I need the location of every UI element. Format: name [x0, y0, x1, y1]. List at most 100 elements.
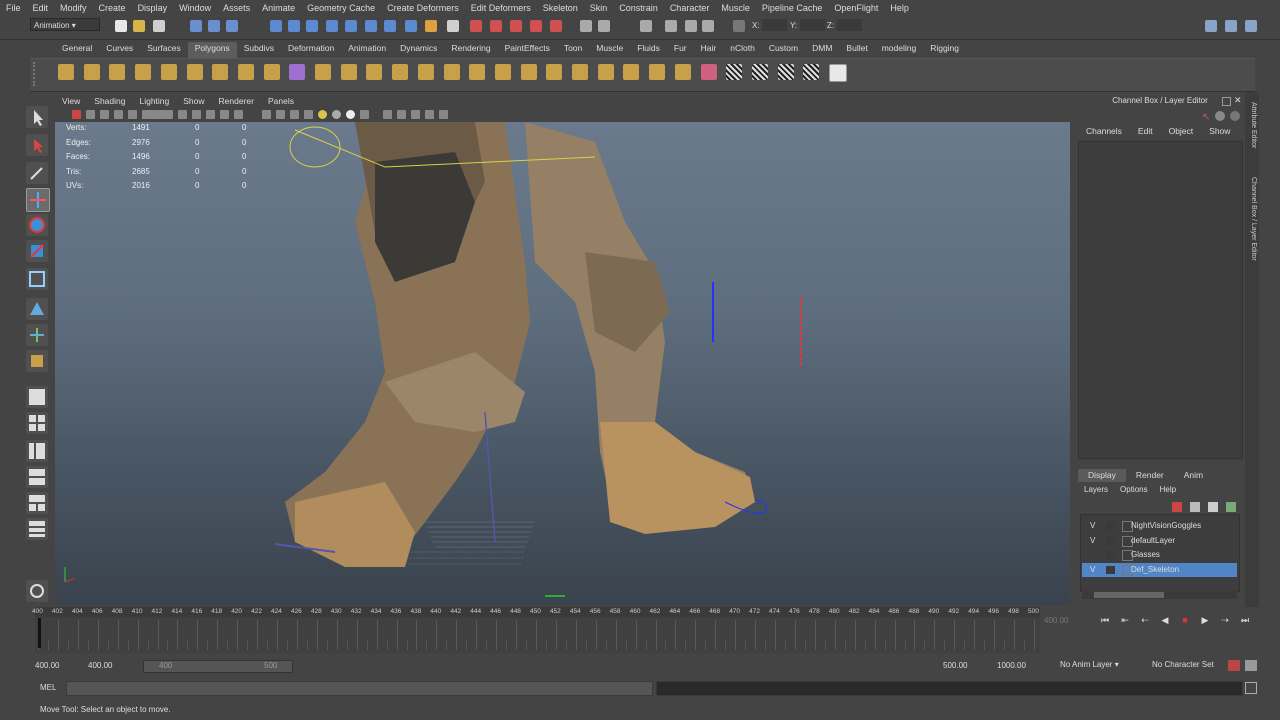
layer-visibility-toggle[interactable]: V — [1090, 519, 1095, 533]
render-view-icon[interactable] — [550, 20, 562, 32]
select-tool[interactable] — [26, 106, 48, 128]
settings-icon[interactable] — [1230, 111, 1240, 121]
poly-soccer-ball-icon[interactable] — [315, 64, 331, 80]
channel-box-menu-edit[interactable]: Edit — [1130, 126, 1161, 138]
show-manipulator-tool[interactable] — [26, 324, 48, 346]
rename-icon[interactable] — [685, 20, 697, 32]
menu-set-selector[interactable]: Animation ▾ — [30, 18, 100, 31]
step-back-key-icon[interactable]: ⇤ — [1115, 615, 1135, 629]
current-time-indicator[interactable] — [38, 618, 41, 648]
menu-assets[interactable]: Assets — [217, 3, 256, 13]
lock-icon[interactable] — [425, 20, 437, 32]
shelf-tab-ncloth[interactable]: nCloth — [723, 42, 762, 58]
go-to-start-icon[interactable]: ⏮ — [1095, 615, 1115, 629]
image-plane-icon[interactable] — [114, 110, 123, 119]
new-scene-icon[interactable] — [115, 20, 127, 32]
attribute-editor-tab[interactable]: Attribute Editor — [1247, 102, 1257, 162]
layer-tab-render[interactable]: Render — [1126, 469, 1174, 482]
menu-skeleton[interactable]: Skeleton — [537, 3, 584, 13]
extrude-icon[interactable] — [674, 64, 691, 80]
wireframe-on-shaded-icon[interactable] — [276, 110, 285, 119]
safe-title-icon[interactable] — [220, 110, 229, 119]
layer-row[interactable]: V Def_Skeleton — [1082, 562, 1237, 577]
menu-create-deformers[interactable]: Create Deformers — [381, 3, 465, 13]
float-panel-icon[interactable] — [1222, 97, 1231, 106]
auto-key-icon[interactable] — [1228, 660, 1240, 671]
layer-type-toggle[interactable] — [1106, 565, 1115, 574]
create-empty-layer-icon[interactable] — [1208, 502, 1218, 512]
stop-icon[interactable]: ■ — [1175, 615, 1195, 629]
average-vertices-icon[interactable] — [494, 64, 511, 80]
move-tool[interactable] — [26, 188, 50, 212]
last-tool-used[interactable] — [26, 350, 48, 372]
playback-end-field[interactable]: 500.00 — [940, 660, 992, 671]
channel-box-menu-show[interactable]: Show — [1201, 126, 1238, 138]
smooth-icon[interactable] — [443, 64, 460, 80]
fill-hole-icon[interactable] — [520, 64, 537, 80]
step-forward-frame-icon[interactable]: ⇢ — [1215, 615, 1235, 629]
menu-openflight[interactable]: OpenFlight — [828, 3, 884, 13]
channel-box-menu-channels[interactable]: Channels — [1078, 126, 1130, 138]
menu-edit[interactable]: Edit — [27, 3, 55, 13]
select-by-hierarchy-icon[interactable] — [190, 20, 202, 32]
layer-visibility-toggle[interactable]: V — [1090, 534, 1095, 548]
lasso-tool[interactable] — [26, 134, 48, 156]
anti-aliasing-icon[interactable] — [360, 110, 369, 119]
menu-window[interactable]: Window — [173, 3, 217, 13]
shelf-tab-modeling[interactable]: modeling — [875, 42, 924, 58]
shelf-tab-dynamics[interactable]: Dynamics — [393, 42, 444, 58]
extract-icon[interactable] — [417, 64, 434, 80]
isolate-select-icon[interactable] — [397, 110, 406, 119]
menu-pipeline-cache[interactable]: Pipeline Cache — [756, 3, 829, 13]
playback-start-field[interactable]: 400.00 — [85, 660, 137, 671]
channel-box-list[interactable] — [1078, 141, 1243, 459]
poly-plane-icon[interactable] — [160, 64, 177, 80]
shelf-tab-fur[interactable]: Fur — [667, 42, 694, 58]
gate-mask-icon[interactable] — [178, 110, 187, 119]
poly-cube-icon[interactable] — [83, 64, 100, 80]
render-current-frame-icon[interactable] — [470, 20, 482, 32]
shadows-icon[interactable] — [318, 110, 327, 119]
viewport-menu-panels[interactable]: Panels — [261, 96, 301, 106]
shelf-tab-hair[interactable]: Hair — [694, 42, 724, 58]
y-field[interactable] — [800, 19, 825, 31]
persp-outliner-layout-icon[interactable] — [26, 440, 48, 462]
anim-layer-dropdown[interactable]: No Anim Layer ▾ — [1060, 660, 1145, 671]
layer-scrollbar-thumb[interactable] — [1094, 592, 1164, 598]
quadrangulate-icon[interactable] — [597, 64, 614, 80]
bookmark-icon[interactable] — [100, 110, 109, 119]
triangulate-icon[interactable] — [572, 64, 588, 80]
snap-grid-icon[interactable] — [270, 20, 282, 32]
play-backwards-icon[interactable]: ◀ — [1155, 615, 1175, 629]
shelf-tab-deformation[interactable]: Deformation — [281, 42, 341, 58]
layer-tab-display[interactable]: Display — [1078, 469, 1126, 482]
shelf-menu-handle[interactable] — [33, 62, 45, 86]
viewport-menu-shading[interactable]: Shading — [87, 96, 132, 106]
persp-hypershade-layout-icon[interactable] — [26, 492, 48, 514]
menu-create[interactable]: Create — [93, 3, 132, 13]
layer-type-toggle[interactable] — [1106, 551, 1115, 560]
shelf-tab-muscle[interactable]: Muscle — [589, 42, 630, 58]
split-polygon-icon[interactable] — [751, 64, 768, 80]
menu-animate[interactable]: Animate — [256, 3, 301, 13]
shelf-tab-subdivs[interactable]: Subdivs — [237, 42, 281, 58]
textured-icon[interactable] — [290, 110, 299, 119]
x-field[interactable] — [762, 19, 787, 31]
current-frame-field[interactable]: 400.00 — [1044, 616, 1068, 625]
xray-active-components-icon[interactable] — [439, 110, 448, 119]
save-scene-icon[interactable] — [153, 20, 165, 32]
persp-graph-layout-icon[interactable] — [26, 466, 48, 488]
shelf-tab-fluids[interactable]: Fluids — [630, 42, 667, 58]
menu-edit-deformers[interactable]: Edit Deformers — [465, 3, 537, 13]
channel-box-menu-object[interactable]: Object — [1161, 126, 1202, 138]
history-icon[interactable] — [365, 20, 377, 32]
universal-manipulator-tool[interactable] — [26, 268, 48, 290]
relative-transform-icon[interactable] — [640, 20, 652, 32]
layer-type-toggle[interactable] — [1106, 522, 1115, 530]
character-set-dropdown[interactable]: No Character Set — [1152, 660, 1222, 671]
shelf-tab-bullet[interactable]: Bullet — [839, 42, 874, 58]
menu-help[interactable]: Help — [884, 3, 915, 13]
combine-icon[interactable] — [366, 64, 383, 80]
input-output-icon[interactable] — [405, 20, 417, 32]
layer-row[interactable]: VdefaultLayer — [1082, 534, 1237, 548]
